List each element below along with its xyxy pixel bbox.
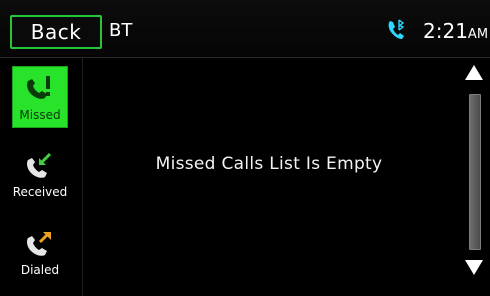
scrollbar	[457, 58, 490, 296]
clock-ampm: AM	[467, 27, 489, 42]
empty-list-message: Missed Calls List Is Empty	[155, 154, 383, 174]
bluetooth-phone-icon	[388, 19, 405, 39]
call-list-tabs: Missed Received Dialed	[0, 58, 82, 296]
scroll-up-icon[interactable]	[463, 62, 485, 84]
tab-received[interactable]: Received	[12, 144, 68, 206]
missed-call-icon	[27, 76, 50, 99]
scroll-down-icon[interactable]	[463, 256, 485, 278]
clock-time: 2:21	[423, 19, 468, 43]
clock: 2:21AM	[423, 18, 488, 48]
dialed-call-icon	[27, 232, 51, 256]
received-call-icon	[27, 152, 52, 178]
header-bar: Back BT 2:21AM	[0, 0, 490, 58]
tab-dialed-label: Dialed	[20, 263, 60, 277]
scroll-thumb[interactable]	[469, 94, 481, 250]
back-button[interactable]: Back	[10, 15, 102, 49]
phone-screen: Back BT 2:21AM Missed Received Dialed Mi…	[0, 0, 490, 296]
tab-missed-label: Missed	[19, 108, 61, 122]
tab-missed[interactable]: Missed	[12, 66, 68, 128]
call-list-area: Missed Calls List Is Empty	[83, 58, 455, 296]
tab-received-label: Received	[12, 185, 68, 199]
source-title: BT	[109, 20, 133, 41]
tab-dialed[interactable]: Dialed	[12, 222, 68, 284]
